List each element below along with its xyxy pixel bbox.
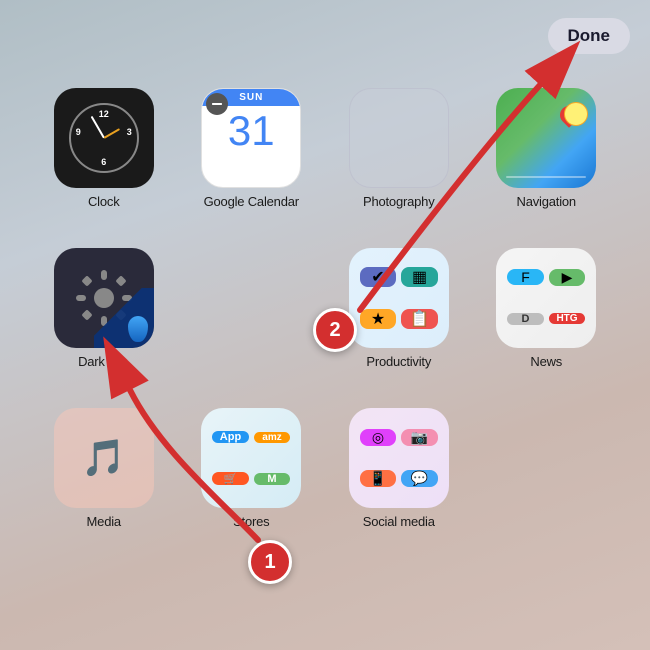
app-grid: 12 3 6 9 Clock SUN 31 Google Calendar Ph… — [30, 80, 620, 550]
app-clock-label: Clock — [88, 194, 120, 209]
gcal-date: 31 — [228, 110, 275, 152]
app-productivity[interactable]: ✔ ▦ ★ 📋 Productivity — [325, 240, 473, 390]
app-clock[interactable]: 12 3 6 9 Clock — [30, 80, 178, 230]
app-photography[interactable]: Photography — [325, 80, 473, 230]
app-navigation-label: Navigation — [517, 194, 576, 209]
app-photography-label: Photography — [363, 194, 435, 209]
app-stores-label: Stores — [233, 514, 269, 529]
app-media-label: Media — [87, 514, 121, 529]
empty-r2c2 — [178, 240, 326, 390]
app-settings-dark[interactable]: Dark S… — [30, 240, 178, 390]
app-settings-dark-label: Dark S… — [78, 354, 129, 369]
done-button[interactable]: Done — [548, 18, 631, 54]
app-news-label: News — [530, 354, 562, 369]
app-navigation[interactable]: Navigation — [473, 80, 621, 230]
app-stores[interactable]: App amz 🛒 M Stores — [178, 400, 326, 550]
app-social-media[interactable]: ◎ 📷 📱 💬 Social media — [325, 400, 473, 550]
app-social-media-label: Social media — [363, 514, 435, 529]
delete-badge-gcal[interactable] — [206, 93, 228, 115]
app-productivity-label: Productivity — [366, 354, 431, 369]
app-media[interactable]: 🎵 Media — [30, 400, 178, 550]
app-google-calendar[interactable]: SUN 31 Google Calendar — [178, 80, 326, 230]
app-news[interactable]: F ▶ D HTG News — [473, 240, 621, 390]
app-gcal-label: Google Calendar — [204, 194, 299, 209]
